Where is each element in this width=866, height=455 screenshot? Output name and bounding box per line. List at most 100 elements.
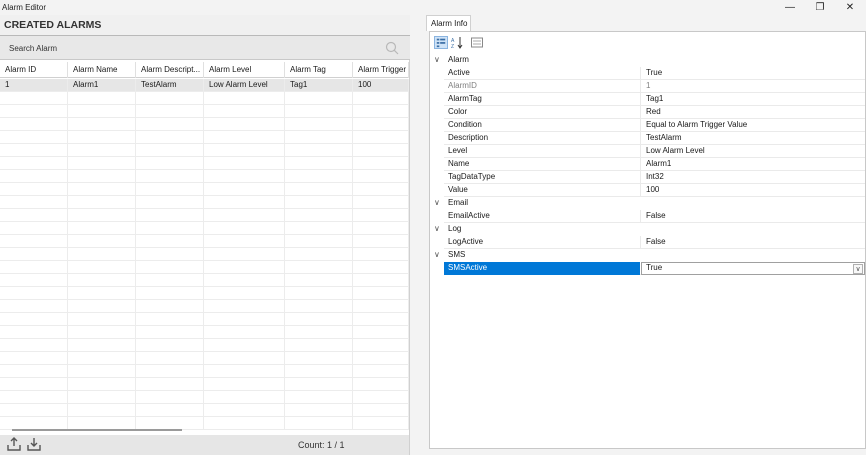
- empty-table-row[interactable]: [0, 235, 409, 248]
- empty-table-row[interactable]: [0, 118, 409, 131]
- property-value[interactable]: Tag1: [646, 94, 663, 103]
- property-row-smsactive[interactable]: ∨ SMSActive True: [444, 262, 865, 275]
- category-log[interactable]: ∨ Log: [430, 223, 865, 236]
- empty-table-row[interactable]: [0, 287, 409, 300]
- empty-table-row[interactable]: [0, 313, 409, 326]
- table-cell: [353, 339, 409, 352]
- tab-alarm-info[interactable]: Alarm Info: [426, 15, 471, 31]
- empty-table-row[interactable]: [0, 274, 409, 287]
- search-icon[interactable]: [384, 40, 400, 56]
- empty-table-row[interactable]: [0, 170, 409, 183]
- table-cell: [285, 352, 353, 365]
- property-row-description[interactable]: Description TestAlarm: [444, 132, 865, 145]
- table-cell: [285, 404, 353, 417]
- property-value[interactable]: Int32: [646, 172, 664, 181]
- empty-table-row[interactable]: [0, 196, 409, 209]
- table-cell: [285, 144, 353, 157]
- categorized-view-icon[interactable]: [434, 36, 448, 49]
- empty-table-row[interactable]: [0, 391, 409, 404]
- property-value[interactable]: True: [646, 263, 662, 272]
- table-cell: [136, 326, 204, 339]
- close-button[interactable]: ✕: [836, 0, 864, 15]
- empty-table-row[interactable]: [0, 352, 409, 365]
- table-cell: [285, 326, 353, 339]
- property-row-color[interactable]: Color Red: [444, 106, 865, 119]
- empty-table-row[interactable]: [0, 92, 409, 105]
- empty-table-row[interactable]: [0, 131, 409, 144]
- property-row-value[interactable]: Value 100: [444, 184, 865, 197]
- property-row-level[interactable]: Level Low Alarm Level: [444, 145, 865, 158]
- empty-table-row[interactable]: [0, 157, 409, 170]
- table-row[interactable]: 1 Alarm1 TestAlarm Low Alarm Level Tag1 100: [0, 79, 409, 92]
- table-cell: [285, 365, 353, 378]
- empty-table-row[interactable]: [0, 209, 409, 222]
- property-row-active[interactable]: Active True: [444, 67, 865, 80]
- property-value[interactable]: False: [646, 211, 666, 220]
- property-row-logactive[interactable]: LogActive False: [444, 236, 865, 249]
- property-row-condition[interactable]: Condition Equal to Alarm Trigger Value: [444, 119, 865, 132]
- table-cell: [285, 235, 353, 248]
- chevron-down-icon[interactable]: ∨: [853, 264, 863, 274]
- table-cell: [285, 196, 353, 209]
- table-cell: [136, 170, 204, 183]
- search-alarm-input[interactable]: Search Alarm: [0, 36, 410, 60]
- property-row-emailactive[interactable]: EmailActive False: [444, 210, 865, 223]
- chevron-down-icon[interactable]: ∨: [434, 198, 440, 207]
- minimize-button[interactable]: —: [776, 0, 804, 15]
- empty-table-row[interactable]: [0, 248, 409, 261]
- property-row-tagdatatype[interactable]: TagDataType Int32: [444, 171, 865, 184]
- empty-table-row[interactable]: [0, 404, 409, 417]
- column-divider: [640, 67, 641, 80]
- chevron-down-icon[interactable]: ∨: [434, 55, 440, 64]
- empty-table-row[interactable]: [0, 183, 409, 196]
- category-sms[interactable]: ∨ SMS: [430, 249, 865, 262]
- empty-table-row[interactable]: [0, 365, 409, 378]
- property-row-alarmid[interactable]: AlarmID 1: [444, 80, 865, 93]
- property-value: 1: [646, 81, 651, 90]
- property-value[interactable]: Low Alarm Level: [646, 146, 705, 155]
- property-value[interactable]: False: [646, 237, 666, 246]
- empty-table-row[interactable]: [0, 300, 409, 313]
- chevron-down-icon[interactable]: ∨: [434, 250, 440, 259]
- empty-table-row[interactable]: [0, 326, 409, 339]
- chevron-down-icon[interactable]: ∨: [434, 224, 440, 233]
- property-value[interactable]: True: [646, 68, 662, 77]
- property-value[interactable]: Equal to Alarm Trigger Value: [646, 120, 747, 129]
- horizontal-scrollbar[interactable]: [12, 429, 182, 431]
- property-value[interactable]: 100: [646, 185, 659, 194]
- export-icon[interactable]: [7, 437, 21, 451]
- empty-table-row[interactable]: [0, 261, 409, 274]
- empty-table-row[interactable]: [0, 105, 409, 118]
- value-dropdown[interactable]: ∨: [641, 262, 865, 275]
- table-cell: [68, 92, 136, 105]
- property-row-name[interactable]: Name Alarm1: [444, 158, 865, 171]
- empty-table-row[interactable]: [0, 339, 409, 352]
- property-value[interactable]: Red: [646, 107, 661, 116]
- table-cell: [68, 209, 136, 222]
- empty-table-row[interactable]: [0, 378, 409, 391]
- table-cell: [68, 183, 136, 196]
- restore-button[interactable]: ❐: [806, 0, 834, 15]
- property-pages-icon[interactable]: [470, 36, 484, 49]
- table-cell: [68, 326, 136, 339]
- property-row-alarmtag[interactable]: AlarmTag Tag1: [444, 93, 865, 106]
- empty-table-row[interactable]: [0, 222, 409, 235]
- column-header[interactable]: Alarm Tag: [285, 62, 353, 78]
- category-alarm[interactable]: ∨ Alarm: [430, 54, 865, 67]
- table-cell: [136, 274, 204, 287]
- alphabetical-sort-icon[interactable]: A Z: [450, 36, 464, 49]
- property-value[interactable]: Alarm1: [646, 159, 671, 168]
- column-header[interactable]: Alarm Name: [68, 62, 136, 78]
- column-header[interactable]: Alarm Level: [204, 62, 285, 78]
- column-header[interactable]: Alarm ID: [0, 62, 68, 78]
- column-header[interactable]: Alarm Descript...: [136, 62, 204, 78]
- column-header[interactable]: Alarm Trigger: [353, 62, 409, 78]
- table-cell: [0, 92, 68, 105]
- table-cell: [68, 144, 136, 157]
- table-cell: [136, 144, 204, 157]
- empty-table-row[interactable]: [0, 144, 409, 157]
- category-email[interactable]: ∨ Email: [430, 197, 865, 210]
- property-value[interactable]: TestAlarm: [646, 133, 682, 142]
- import-icon[interactable]: [27, 437, 41, 451]
- category-label: Email: [448, 198, 469, 207]
